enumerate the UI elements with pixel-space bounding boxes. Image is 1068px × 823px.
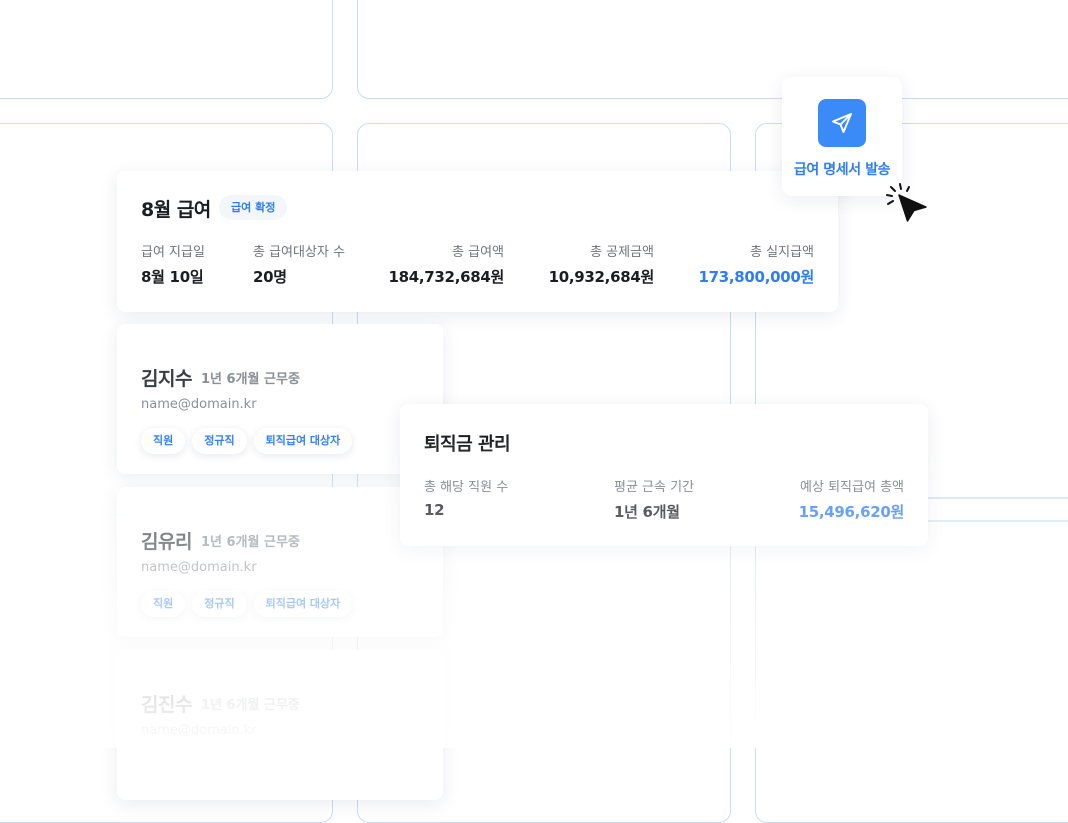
employee-card[interactable]: 김진수 1년 6개월 근무중 name@domain.kr	[117, 650, 443, 800]
payroll-title: 8월 급여	[141, 199, 211, 221]
send-payslip-label: 급여 명세서 발송	[793, 162, 891, 178]
payroll-status-badge: 급여 확정	[219, 195, 288, 220]
pay-date-stat: 급여 지급일 8월 10일	[141, 241, 205, 287]
role-tag: 직원	[141, 591, 186, 617]
eligible-count-stat: 총 해당 직원 수 12	[424, 476, 508, 519]
background-panel	[0, 0, 333, 99]
stat-value: 10,932,684원	[548, 268, 655, 286]
stat-value: 173,800,000원	[698, 268, 814, 286]
total-pay-stat: 총 급여액 184,732,684원	[388, 241, 504, 287]
stat-value: 12	[424, 501, 445, 519]
total-deduction-stat: 총 공제금액 10,932,684원	[548, 241, 655, 287]
employee-tenure: 1년 6개월 근무중	[201, 535, 300, 550]
estimated-severance-stat: 예상 퇴직급여 총액 15,496,620원	[798, 476, 905, 522]
recipient-count-stat: 총 급여대상자 수 20명	[253, 241, 345, 287]
stat-label: 총 급여대상자 수	[253, 245, 345, 260]
send-payslip-button[interactable]: 급여 명세서 발송	[782, 77, 902, 196]
role-tag: 직원	[141, 428, 186, 454]
employment-type-tag: 정규직	[192, 428, 247, 454]
employee-name: 김유리	[141, 531, 192, 553]
employee-card[interactable]: 김유리 1년 6개월 근무중 name@domain.kr 직원 정규직 퇴직급…	[117, 487, 443, 637]
employee-email: name@domain.kr	[141, 397, 257, 412]
employee-tenure: 1년 6개월 근무중	[201, 372, 300, 387]
stat-label: 평균 근속 기간	[614, 480, 695, 495]
background-panel	[357, 0, 1068, 99]
net-pay-stat: 총 실지급액 173,800,000원	[698, 241, 814, 287]
employee-name: 김진수	[141, 694, 192, 716]
severance-eligible-tag: 퇴직급여 대상자	[253, 591, 353, 617]
employee-tenure: 1년 6개월 근무중	[201, 698, 300, 713]
stat-label: 급여 지급일	[141, 245, 205, 260]
employee-card[interactable]: 김지수 1년 6개월 근무중 name@domain.kr 직원 정규직 퇴직급…	[117, 324, 443, 474]
mouse-cursor-icon	[886, 183, 927, 222]
stat-label: 총 해당 직원 수	[424, 480, 509, 495]
employee-name: 김지수	[141, 368, 192, 390]
send-icon-button[interactable]	[818, 99, 866, 147]
severance-management-card[interactable]: 퇴직금 관리 총 해당 직원 수 12 평균 근속 기간 1년 6개월 예상 퇴…	[400, 404, 928, 546]
employee-email: name@domain.kr	[141, 723, 257, 738]
employee-email: name@domain.kr	[141, 560, 257, 575]
stat-label: 총 급여액	[452, 245, 504, 260]
stat-label: 예상 퇴직급여 총액	[800, 480, 904, 495]
stat-value: 20명	[253, 268, 287, 286]
severance-eligible-tag: 퇴직급여 대상자	[253, 428, 353, 454]
stat-label: 총 실지급액	[750, 245, 814, 260]
stat-label: 총 공제금액	[590, 245, 654, 260]
stat-value: 8월 10일	[141, 268, 204, 286]
employment-type-tag: 정규직	[192, 591, 247, 617]
stat-value: 184,732,684원	[388, 268, 504, 286]
stat-value: 1년 6개월	[614, 503, 680, 521]
average-tenure-stat: 평균 근속 기간 1년 6개월	[614, 476, 694, 522]
paper-plane-icon	[832, 113, 852, 133]
stat-value: 15,496,620원	[798, 503, 905, 521]
payroll-summary-card[interactable]: 8월 급여 급여 확정 급여 지급일 8월 10일 총 급여대상자 수 20명 …	[117, 171, 838, 312]
severance-title: 퇴직금 관리	[424, 434, 511, 455]
